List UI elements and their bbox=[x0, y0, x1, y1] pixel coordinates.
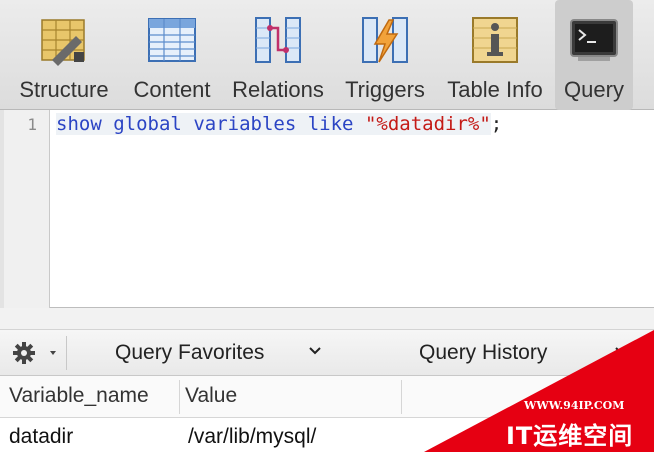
chevron-down-icon[interactable] bbox=[308, 344, 322, 358]
watermark: WWW.94IP.COM IT运维空间 bbox=[424, 330, 654, 452]
tab-label: Structure bbox=[19, 77, 109, 102]
query-editor[interactable]: 1 show global variables like "%datadir%"… bbox=[0, 110, 654, 308]
relations-icon bbox=[252, 14, 304, 66]
table-info-icon bbox=[469, 14, 521, 66]
column-divider[interactable] bbox=[401, 380, 402, 414]
tab-label: Query bbox=[564, 77, 624, 102]
line-gutter: 1 bbox=[0, 110, 50, 308]
query-icon bbox=[568, 14, 620, 66]
query-favorites-button[interactable]: Query Favorites bbox=[115, 341, 264, 365]
table-cell: /var/lib/mysql/ bbox=[188, 425, 317, 448]
keyword-variables: variables bbox=[193, 113, 297, 135]
column-header-value[interactable]: Value bbox=[185, 384, 237, 408]
watermark-text: IT运维空间 bbox=[506, 422, 634, 450]
column-divider[interactable] bbox=[179, 380, 180, 414]
tab-content[interactable]: Content bbox=[130, 0, 214, 110]
string-literal: "%datadir%" bbox=[364, 113, 491, 135]
column-header-variable-name[interactable]: Variable_name bbox=[9, 384, 149, 408]
gear-menu-button[interactable] bbox=[8, 338, 64, 368]
structure-icon bbox=[38, 14, 90, 66]
tab-label: Content bbox=[133, 77, 211, 102]
tab-label: Table Info bbox=[447, 77, 543, 102]
tab-structure[interactable]: Structure bbox=[14, 0, 114, 110]
watermark-url: WWW.94IP.COM bbox=[524, 399, 625, 412]
keyword-show: show bbox=[56, 113, 102, 135]
tab-label: Relations bbox=[232, 77, 324, 102]
keyword-global: global bbox=[113, 113, 182, 135]
table-cell: datadir bbox=[9, 425, 74, 448]
tab-triggers[interactable]: Triggers bbox=[342, 0, 428, 110]
gutter-rail bbox=[0, 110, 4, 308]
semicolon: ; bbox=[490, 113, 503, 135]
line-number: 1 bbox=[27, 115, 37, 134]
code-line[interactable]: show global variables like "%datadir%"; bbox=[56, 111, 502, 137]
tab-relations[interactable]: Relations bbox=[228, 0, 328, 110]
tab-table-info[interactable]: Table Info bbox=[444, 0, 546, 110]
divider bbox=[66, 336, 67, 370]
content-icon bbox=[146, 14, 198, 66]
triggers-icon bbox=[359, 14, 411, 66]
keyword-like: like bbox=[307, 113, 354, 135]
toolbar: Structure Content Relations Triggers Tab… bbox=[0, 0, 654, 110]
tab-label: Triggers bbox=[345, 77, 425, 102]
gear-icon bbox=[13, 342, 56, 364]
chevron-down-icon bbox=[50, 351, 56, 355]
split-divider[interactable] bbox=[0, 308, 654, 330]
tab-query[interactable]: Query bbox=[555, 0, 633, 110]
